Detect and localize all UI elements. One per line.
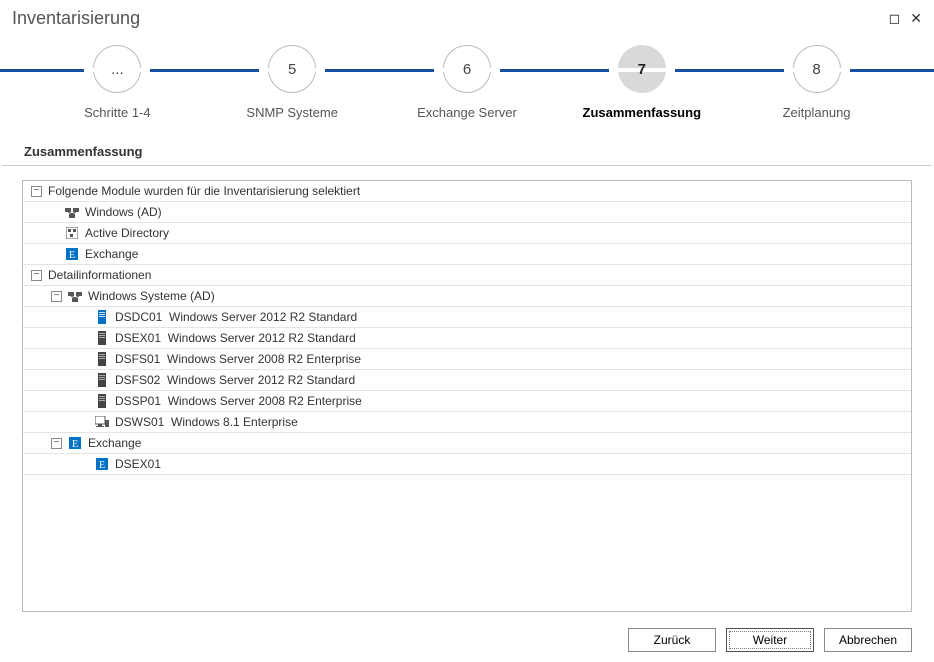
step-label: Zusammenfassung — [567, 105, 717, 120]
collapse-icon[interactable]: − — [31, 270, 42, 281]
step-label: Schritte 1-4 — [42, 105, 192, 120]
section-title: Zusammenfassung — [2, 138, 932, 166]
tree-item-system[interactable]: DSFS02 Windows Server 2012 R2 Standard — [23, 370, 911, 391]
wizard-step-4[interactable]: 8 — [742, 45, 892, 93]
workstation-icon — [95, 415, 109, 429]
windows-ad-icon — [68, 289, 82, 303]
tree-group-details[interactable]: − Detailinformationen — [23, 265, 911, 286]
cancel-button[interactable]: Abbrechen — [824, 628, 912, 652]
exchange-icon: E — [95, 457, 109, 471]
step-badge: 7 — [618, 45, 666, 93]
wizard-footer: Zurück Weiter Abbrechen — [628, 628, 912, 652]
step-label: SNMP Systeme — [217, 105, 367, 120]
tree-group-windows-systems[interactable]: − Windows Systeme (AD) — [23, 286, 911, 307]
wizard-step-0[interactable]: ... — [42, 45, 192, 93]
collapse-icon[interactable]: − — [51, 438, 62, 449]
wizard-step-1[interactable]: 5 — [217, 45, 367, 93]
server-icon — [95, 331, 109, 345]
exchange-icon: E — [65, 247, 79, 261]
tree-item-system[interactable]: DSWS01 Windows 8.1 Enterprise — [23, 412, 911, 433]
back-button[interactable]: Zurück — [628, 628, 716, 652]
step-badge: 8 — [793, 45, 841, 93]
tree-item-system[interactable]: DSSP01 Windows Server 2008 R2 Enterprise — [23, 391, 911, 412]
step-badge: ... — [93, 45, 141, 93]
tree-item-system[interactable]: DSFS01 Windows Server 2008 R2 Enterprise — [23, 349, 911, 370]
tree-group-modules[interactable]: − Folgende Module wurden für die Inventa… — [23, 181, 911, 202]
wizard-stepper: ... 5 6 7 8 — [0, 45, 934, 95]
close-icon[interactable]: ✕ — [910, 10, 922, 27]
collapse-icon[interactable]: − — [31, 186, 42, 197]
next-button[interactable]: Weiter — [726, 628, 814, 652]
window-controls: ◻ ✕ — [889, 10, 922, 27]
step-label: Zeitplanung — [742, 105, 892, 120]
tree-item-module[interactable]: Active Directory — [23, 223, 911, 244]
titlebar: Inventarisierung ◻ ✕ — [0, 0, 934, 37]
tree-item-system[interactable]: DSEX01 Windows Server 2012 R2 Standard — [23, 328, 911, 349]
summary-tree[interactable]: − Folgende Module wurden für die Inventa… — [22, 180, 912, 612]
wizard-step-2[interactable]: 6 — [392, 45, 542, 93]
window-title: Inventarisierung — [12, 8, 140, 29]
collapse-icon[interactable]: − — [51, 291, 62, 302]
maximize-icon[interactable]: ◻ — [889, 10, 901, 27]
tree-item-system[interactable]: DSDC01 Windows Server 2012 R2 Standard — [23, 307, 911, 328]
server-blue-icon — [95, 310, 109, 324]
server-icon — [95, 394, 109, 408]
active-directory-icon — [65, 226, 79, 240]
step-badge: 5 — [268, 45, 316, 93]
step-badge: 6 — [443, 45, 491, 93]
server-icon — [95, 373, 109, 387]
svg-text:E: E — [99, 460, 105, 470]
exchange-icon: E — [68, 436, 82, 450]
windows-ad-icon — [65, 205, 79, 219]
tree-item-module[interactable]: EExchange — [23, 244, 911, 265]
step-label: Exchange Server — [392, 105, 542, 120]
svg-text:E: E — [69, 250, 75, 260]
tree-item-module[interactable]: Windows (AD) — [23, 202, 911, 223]
tree-group-exchange[interactable]: − E Exchange — [23, 433, 911, 454]
tree-item-exchange-host[interactable]: EDSEX01 — [23, 454, 911, 475]
server-icon — [95, 352, 109, 366]
wizard-step-3[interactable]: 7 — [567, 45, 717, 93]
svg-text:E: E — [72, 439, 78, 449]
